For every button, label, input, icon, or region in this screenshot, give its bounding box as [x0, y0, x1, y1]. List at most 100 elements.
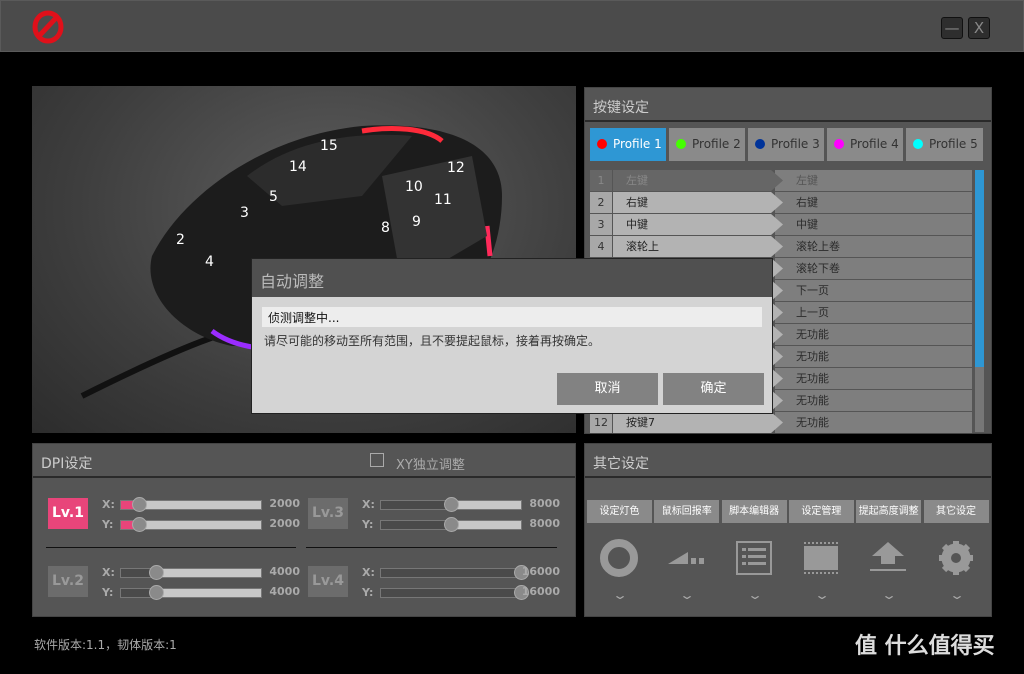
mouse-button-label: 5 [269, 189, 278, 205]
profile-tab-label: Profile 5 [929, 137, 978, 151]
mouse-button-label: 15 [320, 138, 338, 154]
key-row-function[interactable]: 滚轮上卷 [775, 236, 972, 257]
upload-icon[interactable] [868, 538, 908, 578]
mouse-button-label: 10 [405, 179, 423, 195]
key-row[interactable]: 3 中键 中键 [590, 214, 972, 235]
key-row-function[interactable]: 无功能 [775, 412, 972, 433]
dpi-x-slider[interactable] [120, 565, 262, 580]
slider-knob[interactable] [131, 497, 147, 512]
chevron-down-icon[interactable]: ⌄ [747, 588, 763, 602]
profile-tab-label: Profile 1 [613, 137, 662, 151]
key-row[interactable]: 4 滚轮上卷 滚轮上 [590, 236, 972, 257]
dpi-x-slider[interactable] [380, 565, 529, 580]
dpi-level-1-button[interactable]: Lv.1 [48, 498, 88, 529]
chevron-down-icon[interactable]: ⌄ [948, 588, 964, 602]
dpi-y-slider[interactable] [120, 585, 262, 600]
key-row-function[interactable]: 下一页 [775, 280, 972, 301]
dpi-x-value: 2000 [269, 497, 300, 510]
gear-icon[interactable] [936, 538, 976, 578]
other-setting-button-2[interactable]: 鼠标回报率 [654, 500, 720, 523]
key-row-number: 2 [590, 192, 612, 213]
axis-label: X: [102, 566, 115, 579]
slider-knob[interactable] [149, 585, 164, 600]
key-row-function[interactable]: 上一页 [775, 302, 972, 323]
watermark: 值 什么值得买 [855, 634, 995, 659]
key-row-function[interactable]: 中键 [775, 214, 972, 235]
other-setting-button-4[interactable]: 设定管理 [788, 500, 854, 523]
key-row[interactable]: 1 左键 左键 [590, 170, 972, 191]
other-settings-panel: 其它设定 [584, 443, 992, 617]
other-setting-button-1[interactable]: 设定灯色 [587, 500, 652, 523]
slider-fill [381, 501, 451, 509]
chevron-down-icon[interactable]: ⌄ [679, 588, 695, 602]
other-setting-button-3[interactable]: 脚本编辑器 [721, 500, 787, 523]
axis-label: Y: [362, 518, 374, 531]
mouse-button-label: 4 [205, 254, 214, 270]
ring-icon[interactable] [599, 538, 639, 578]
chevron-down-icon[interactable]: ⌄ [612, 588, 628, 602]
key-row-function[interactable]: 左键 [775, 170, 972, 191]
key-row-function[interactable]: 滚轮下卷 [775, 258, 972, 279]
dpi-x-slider[interactable] [120, 497, 262, 512]
minimize-button[interactable]: — [941, 17, 963, 39]
profile-tab-5[interactable]: Profile 5 [906, 128, 983, 161]
key-row-button: 中键 [613, 214, 783, 235]
key-row-function[interactable]: 无功能 [775, 346, 972, 367]
key-row-function[interactable]: 无功能 [775, 324, 972, 345]
cancel-button[interactable]: 取消 [557, 373, 658, 405]
slider-knob[interactable] [131, 517, 147, 532]
dpi-level-4-button[interactable]: Lv.4 [308, 566, 348, 597]
dpi-x-slider[interactable] [380, 497, 522, 512]
key-row[interactable]: 2 右键 右键 [590, 192, 972, 213]
dpi-y-value: 8000 [529, 517, 560, 530]
divider [306, 547, 557, 548]
key-list-scrollbar[interactable] [975, 170, 984, 432]
key-row-button: 左键 [613, 170, 783, 191]
dpi-level-2-button[interactable]: Lv.2 [48, 566, 88, 597]
scrollbar-thumb[interactable] [975, 170, 984, 367]
version-text: 软件版本:1.1，韧体版本:1 [34, 638, 177, 652]
key-row-function[interactable]: 无功能 [775, 390, 972, 411]
divider [46, 547, 296, 548]
key-row[interactable]: 12 无功能 按键7 [590, 412, 972, 433]
axis-label: Y: [102, 586, 114, 599]
mouse-button-label: 8 [381, 220, 390, 236]
ok-button[interactable]: 确定 [663, 373, 764, 405]
slider-fill [381, 521, 451, 529]
key-row-button: 右键 [613, 192, 783, 213]
profile-tab-4[interactable]: Profile 4 [827, 128, 903, 161]
axis-label: Y: [102, 518, 114, 531]
slider-knob[interactable] [444, 517, 459, 532]
list-icon[interactable] [734, 538, 774, 578]
key-row-function[interactable]: 右键 [775, 192, 972, 213]
key-settings-title: 按键设定 [585, 88, 991, 122]
chevron-down-icon[interactable]: ⌄ [814, 588, 830, 602]
profile-tab-1[interactable]: Profile 1 [590, 128, 666, 161]
dpi-y-value: 4000 [269, 585, 300, 598]
dpi-y-slider[interactable] [380, 585, 529, 600]
memory-chip-icon[interactable] [801, 538, 841, 578]
profile-tab-3[interactable]: Profile 3 [748, 128, 824, 161]
slider-knob[interactable] [149, 565, 164, 580]
brand-logo-icon [32, 10, 64, 44]
polling-rate-icon[interactable] [666, 538, 706, 578]
close-button[interactable]: X [968, 17, 990, 39]
other-setting-button-6[interactable]: 其它设定 [923, 500, 989, 523]
key-row-button: 滚轮上 [613, 236, 783, 257]
xy-independent-checkbox[interactable] [370, 453, 384, 467]
title-bar [0, 0, 1024, 52]
dpi-x-value: 16000 [521, 565, 560, 578]
dpi-y-slider[interactable] [380, 517, 522, 532]
slider-knob[interactable] [444, 497, 459, 512]
dpi-level-3-button[interactable]: Lv.3 [308, 498, 348, 529]
dpi-y-slider[interactable] [120, 517, 262, 532]
axis-label: Y: [362, 586, 374, 599]
chevron-down-icon[interactable]: ⌄ [881, 588, 897, 602]
profile-color-dot-icon [676, 139, 686, 149]
other-setting-button-5[interactable]: 提起高度调整 [856, 500, 922, 523]
profile-tab-2[interactable]: Profile 2 [669, 128, 745, 161]
dialog-message: 请尽可能的移动至所有范围，且不要提起鼠标，接着再按确定。 [264, 334, 601, 348]
other-settings-title: 其它设定 [585, 444, 991, 478]
profile-color-dot-icon [597, 139, 607, 149]
key-row-function[interactable]: 无功能 [775, 368, 972, 389]
